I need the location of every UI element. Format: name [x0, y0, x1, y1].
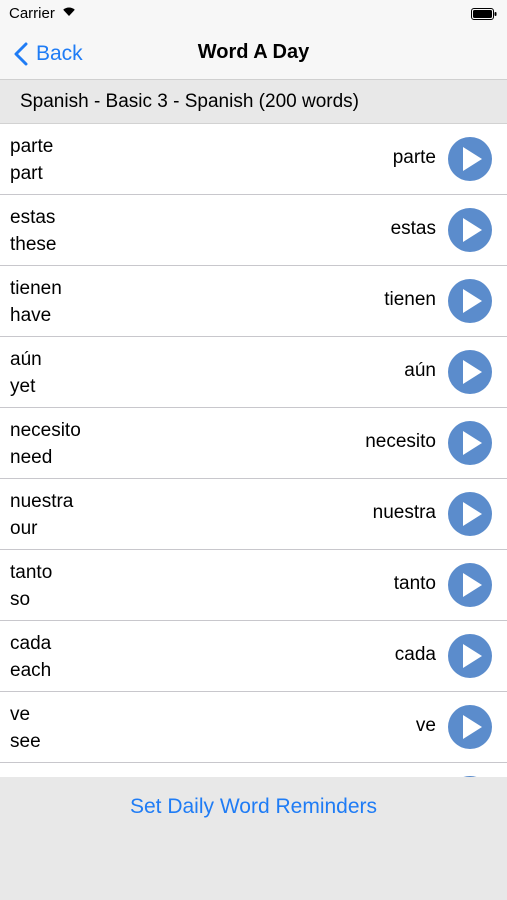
- play-icon: [463, 218, 482, 242]
- status-bar: Carrier: [0, 0, 507, 28]
- play-button[interactable]: [448, 634, 492, 678]
- play-icon: [463, 502, 482, 526]
- play-icon: [463, 431, 482, 455]
- word-row[interactable]: ve see ve: [0, 692, 507, 763]
- word-pronunciation: parte: [392, 147, 436, 168]
- battery-icon: [471, 8, 497, 20]
- word-row-partial[interactable]: [0, 763, 507, 777]
- word-pronunciation: estas: [390, 218, 436, 239]
- word-spanish: nuestra: [10, 491, 74, 512]
- play-icon: [463, 715, 482, 739]
- page-title: Word A Day: [197, 41, 310, 63]
- play-icon: [463, 573, 482, 597]
- word-spanish: estas: [10, 207, 56, 228]
- play-icon: [463, 289, 482, 313]
- word-list[interactable]: parte part parte estas these estas tiene…: [0, 124, 507, 777]
- section-header-label: Spanish - Basic 3 - Spanish (200 words): [20, 91, 359, 112]
- word-english: these: [10, 234, 57, 255]
- word-english: so: [10, 589, 31, 610]
- list-section-header: Spanish - Basic 3 - Spanish (200 words): [0, 80, 507, 124]
- word-pronunciation: tienen: [384, 289, 436, 310]
- word-english: have: [10, 305, 52, 326]
- word-spanish: aún: [10, 349, 42, 370]
- navigation-bar: Back Word A Day: [0, 28, 507, 80]
- play-icon: [463, 644, 482, 668]
- play-button[interactable]: [448, 208, 492, 252]
- play-icon: [463, 147, 482, 171]
- play-icon: [463, 360, 482, 384]
- word-spanish: tienen: [10, 278, 62, 299]
- word-row[interactable]: aún yet aún: [0, 337, 507, 408]
- word-pronunciation: nuestra: [372, 502, 436, 523]
- word-english: each: [10, 660, 52, 681]
- word-pronunciation: cada: [394, 644, 436, 665]
- word-pronunciation: ve: [415, 715, 436, 736]
- play-button[interactable]: [448, 563, 492, 607]
- word-english: part: [10, 163, 43, 184]
- word-english: yet: [10, 376, 36, 397]
- word-spanish: tanto: [10, 562, 53, 583]
- play-button[interactable]: [448, 492, 492, 536]
- play-button[interactable]: [448, 350, 492, 394]
- word-row[interactable]: tanto so tanto: [0, 550, 507, 621]
- word-row[interactable]: nuestra our nuestra: [0, 479, 507, 550]
- wifi-icon: [63, 7, 75, 16]
- word-row[interactable]: tienen have tienen: [0, 266, 507, 337]
- word-spanish: ve: [10, 704, 31, 725]
- word-english: our: [10, 518, 38, 539]
- word-row[interactable]: parte part parte: [0, 124, 507, 195]
- play-button[interactable]: [448, 421, 492, 465]
- word-spanish: parte: [10, 136, 54, 157]
- bottom-toolbar: Set Daily Word Reminders: [0, 777, 507, 900]
- word-pronunciation: necesito: [365, 431, 436, 452]
- word-english: see: [10, 731, 41, 752]
- word-pronunciation: aún: [404, 360, 436, 381]
- word-english: need: [10, 447, 53, 468]
- play-button[interactable]: [448, 137, 492, 181]
- word-row[interactable]: cada each cada: [0, 621, 507, 692]
- word-row[interactable]: necesito need necesito: [0, 408, 507, 479]
- word-spanish: cada: [10, 633, 52, 654]
- word-spanish: necesito: [10, 420, 81, 441]
- word-row[interactable]: estas these estas: [0, 195, 507, 266]
- set-reminders-button[interactable]: Set Daily Word Reminders: [0, 795, 507, 819]
- carrier-label: Carrier: [9, 5, 55, 22]
- play-button[interactable]: [448, 705, 492, 749]
- word-pronunciation: tanto: [393, 573, 436, 594]
- play-button[interactable]: [448, 279, 492, 323]
